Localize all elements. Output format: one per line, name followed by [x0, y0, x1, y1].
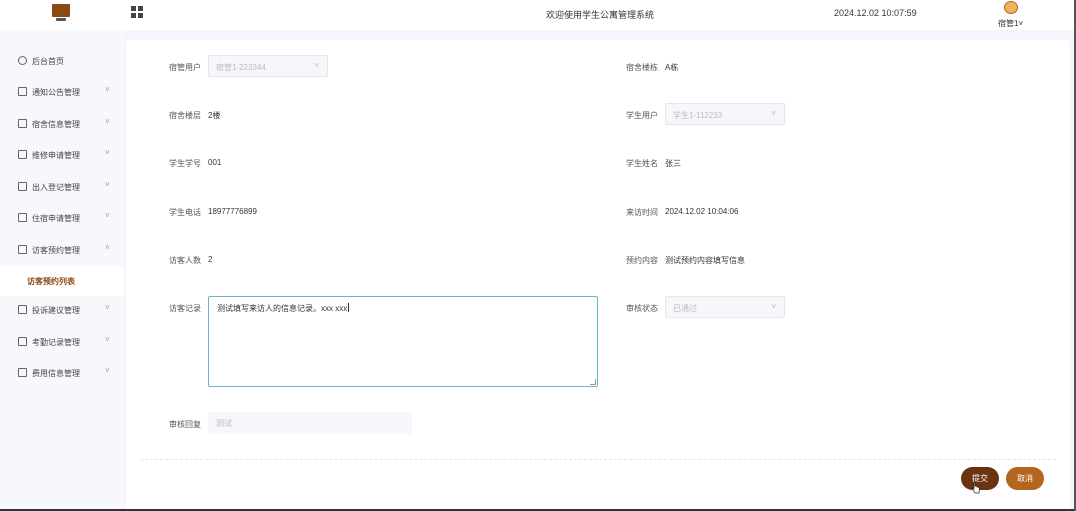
avatar[interactable]: [1001, 0, 1021, 15]
sidebar-subitem-visitor-list[interactable]: 访客预约列表: [0, 266, 124, 296]
record-text-value: 测试填写来访人的信息记录。xxx xxx: [217, 304, 348, 313]
sidebar-item-label: 住宿申请管理: [32, 214, 80, 223]
sidebar-item-accommodation[interactable]: 住宿申请管理 ˅: [0, 203, 124, 233]
top-header: 欢迎使用学生公寓管理系统 2024.12.02 10:07:59 宿管1˅: [0, 0, 1076, 30]
list-icon: [18, 213, 27, 222]
sidebar-item-notice[interactable]: 通知公告管理 ˅: [0, 77, 124, 107]
sidebar-item-home[interactable]: 后台首页: [0, 46, 124, 76]
chevron-down-icon: ˅: [105, 180, 110, 189]
sidebar-subitem-label: 访客预约列表: [27, 277, 75, 286]
sidebar-item-visitor[interactable]: 访客预约管理 ˄: [0, 235, 124, 265]
user-name-label: 宿管1: [998, 19, 1019, 28]
visit-time-value: 2024.12.02 10:04:06: [665, 207, 739, 216]
sidebar-item-label: 访客预约管理: [32, 246, 80, 255]
sidebar-item-label: 宿舍信息管理: [32, 120, 80, 129]
reply-input[interactable]: 测试: [208, 412, 412, 434]
reply-label: 审核回复: [169, 420, 201, 429]
avatar-face-icon: [1004, 1, 1018, 14]
dorm-user-select[interactable]: 宿管1-223344 ˅: [208, 55, 328, 77]
chevron-down-icon: ˅: [105, 366, 110, 375]
text-caret: [348, 303, 350, 312]
sidebar-item-fee[interactable]: 费用信息管理 ˅: [0, 358, 124, 388]
sidebar-item-repair[interactable]: 维修申请管理 ˅: [0, 140, 124, 170]
chevron-up-icon: ˄: [105, 243, 110, 252]
sidebar-item-label: 费用信息管理: [32, 369, 80, 378]
sidebar-item-dorm[interactable]: 宿舍信息管理 ˅: [0, 109, 124, 139]
clock-icon: [18, 56, 27, 65]
sidebar: 后台首页 通知公告管理 ˅ 宿舍信息管理 ˅ 维修申请管理 ˅ 出入登记管理 ˅…: [0, 30, 124, 511]
phone-value: 18977776899: [208, 207, 257, 216]
list-icon: [18, 368, 27, 377]
student-user-value: 学生1-112233: [673, 111, 723, 120]
visitor-edit-form: 宿管用户 宿管1-223344 ˅ 宿舍楼栋 A栋 宿舍楼层 2楼 学生用户 学…: [126, 40, 1070, 511]
chevron-down-icon: ˅: [105, 85, 110, 94]
record-text: 测试填写来访人的信息记录。xxx xxx: [217, 303, 350, 314]
floor-value: 2楼: [208, 111, 221, 120]
visitor-count-value: 2: [208, 255, 213, 264]
apps-grid-icon[interactable]: [131, 6, 143, 18]
chevron-down-icon: ˅: [105, 117, 110, 126]
student-name-value: 张三: [665, 159, 681, 168]
welcome-title: 欢迎使用学生公寓管理系统: [546, 10, 655, 20]
sidebar-item-label: 后台首页: [32, 57, 64, 66]
list-icon: [18, 119, 27, 128]
chevron-down-icon: ˅: [105, 211, 110, 220]
student-name-label: 学生姓名: [626, 159, 658, 168]
reply-value: 测试: [216, 419, 232, 428]
dorm-user-value: 宿管1-223344: [216, 63, 266, 72]
resize-grip-icon[interactable]: [590, 379, 596, 385]
building-value: A栋: [665, 63, 679, 72]
current-datetime: 2024.12.02 10:07:59: [834, 8, 917, 18]
list-icon: [18, 245, 27, 254]
student-user-select[interactable]: 学生1-112233 ˅: [665, 103, 785, 125]
chevron-down-icon: ˅: [1018, 19, 1024, 28]
list-icon: [18, 87, 27, 96]
status-select[interactable]: 已通过 ˅: [665, 296, 785, 318]
chevron-down-icon: ˅: [771, 109, 776, 118]
phone-label: 学生电话: [169, 208, 201, 217]
student-no-label: 学生学号: [169, 159, 201, 168]
chevron-down-icon: ˅: [105, 335, 110, 344]
form-divider: [140, 459, 1056, 460]
floor-label: 宿舍楼层: [169, 111, 201, 120]
chevron-down-icon: ˅: [314, 61, 319, 70]
chevron-down-icon: ˅: [771, 302, 776, 311]
status-value: 已通过: [673, 304, 697, 313]
sidebar-item-label: 考勤记录管理: [32, 338, 80, 347]
chevron-down-icon: ˅: [105, 303, 110, 312]
logo-monitor-icon: [52, 4, 70, 22]
sidebar-item-label: 投诉建议管理: [32, 306, 80, 315]
sidebar-item-label: 通知公告管理: [32, 88, 80, 97]
status-label: 审核状态: [626, 304, 658, 313]
visit-time-label: 来访时间: [626, 208, 658, 217]
content-label: 预约内容: [626, 256, 658, 265]
sidebar-item-label: 出入登记管理: [32, 183, 80, 192]
sidebar-item-attendance[interactable]: 考勤记录管理 ˅: [0, 327, 124, 357]
visitor-count-label: 访客人数: [169, 256, 201, 265]
student-no-value: 001: [208, 158, 222, 167]
sidebar-item-entry[interactable]: 出入登记管理 ˅: [0, 172, 124, 202]
record-textarea[interactable]: 测试填写来访人的信息记录。xxx xxx: [208, 296, 598, 387]
student-user-label: 学生用户: [626, 111, 658, 120]
hand-cursor-icon: [972, 481, 980, 494]
content-value: 测试预约内容填写信息: [665, 256, 745, 265]
sidebar-item-complaint[interactable]: 投诉建议管理 ˅: [0, 295, 124, 325]
sidebar-item-label: 维修申请管理: [32, 151, 80, 160]
user-menu[interactable]: 宿管1˅: [998, 18, 1023, 29]
chevron-down-icon: ˅: [105, 148, 110, 157]
record-label: 访客记录: [169, 304, 201, 313]
building-label: 宿舍楼栋: [626, 63, 658, 72]
submit-button[interactable]: 提交: [961, 467, 999, 490]
list-icon: [18, 337, 27, 346]
list-icon: [18, 305, 27, 314]
list-icon: [18, 150, 27, 159]
list-icon: [18, 182, 27, 191]
cancel-button[interactable]: 取消: [1006, 467, 1044, 490]
dorm-user-label: 宿管用户: [169, 63, 201, 72]
